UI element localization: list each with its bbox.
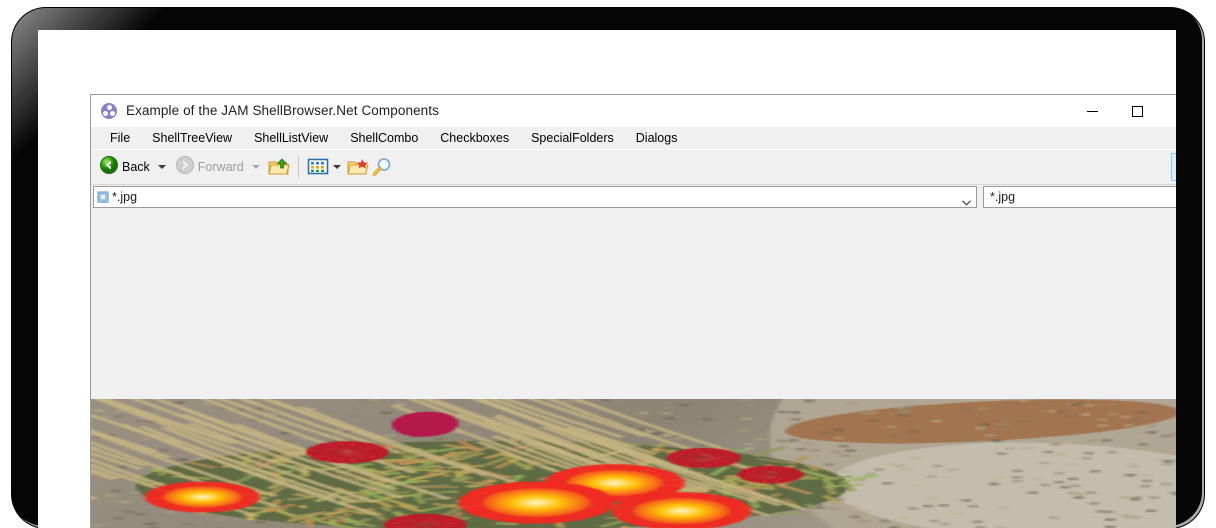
preview-pane xyxy=(914,211,1176,528)
minimize-button[interactable] xyxy=(1070,95,1115,127)
chevron-down-icon[interactable] xyxy=(962,195,970,203)
views-grid-icon[interactable] xyxy=(306,155,330,179)
window-controls xyxy=(1070,95,1176,127)
title-bar: Example of the JAM ShellBrowser.Net Comp… xyxy=(91,95,1176,127)
forward-label: Forward xyxy=(198,160,244,174)
flower-photo-preview xyxy=(91,399,1176,528)
device-bezel: Example of the JAM ShellBrowser.Net Comp… xyxy=(12,8,1204,528)
menu-bar: File ShellTreeView ShellListView ShellCo… xyxy=(91,127,1176,150)
back-label: Back xyxy=(122,160,150,174)
jam-logo-icon xyxy=(101,103,117,119)
forward-button: Forward xyxy=(173,153,246,181)
new-folder-icon[interactable] xyxy=(346,155,370,179)
preview-search-icon[interactable] xyxy=(1171,153,1176,181)
back-arrow-icon xyxy=(99,155,119,180)
maximize-button[interactable] xyxy=(1115,95,1160,127)
menu-item-shelltreeview[interactable]: ShellTreeView xyxy=(141,128,243,149)
toolbar: Back Forward xyxy=(91,150,1176,185)
magnifier-icon[interactable] xyxy=(370,155,394,179)
window-title: Example of the JAM ShellBrowser.Net Comp… xyxy=(126,103,439,118)
file-filter-icon xyxy=(96,190,111,205)
menu-item-shelllistview[interactable]: ShellListView xyxy=(243,128,339,149)
forward-dropdown-chevron-down-icon xyxy=(252,165,260,169)
shell-combo-value: *.jpg xyxy=(112,190,137,204)
back-button[interactable]: Back xyxy=(97,153,152,181)
main-content: schmidtsmithAppDataContactsDesktopDocume… xyxy=(91,211,1176,528)
screen-area: Example of the JAM ShellBrowser.Net Comp… xyxy=(38,30,1176,528)
back-dropdown-chevron-down-icon[interactable] xyxy=(158,165,166,169)
close-button[interactable] xyxy=(1160,95,1176,127)
menu-item-dialogs[interactable]: Dialogs xyxy=(625,128,689,149)
views-dropdown-chevron-down-icon[interactable] xyxy=(333,165,341,169)
forward-arrow-icon xyxy=(175,155,195,180)
preview-empty-area xyxy=(91,211,1176,399)
menu-item-checkboxes[interactable]: Checkboxes xyxy=(429,128,520,149)
filter-mask-value: *.jpg xyxy=(990,190,1015,204)
folder-up-icon[interactable] xyxy=(267,155,291,179)
menu-item-shellcombo[interactable]: ShellCombo xyxy=(339,128,429,149)
application-window: Example of the JAM ShellBrowser.Net Comp… xyxy=(90,94,1176,528)
menu-item-file[interactable]: File xyxy=(99,128,141,149)
shell-combo-path[interactable]: *.jpg xyxy=(93,186,977,208)
filter-combo-row: *.jpg *.jpg T xyxy=(91,185,1176,209)
menu-item-specialfolders[interactable]: SpecialFolders xyxy=(520,128,625,149)
toolbar-separator xyxy=(298,156,299,178)
filter-mask-combo[interactable]: *.jpg xyxy=(983,186,1176,208)
